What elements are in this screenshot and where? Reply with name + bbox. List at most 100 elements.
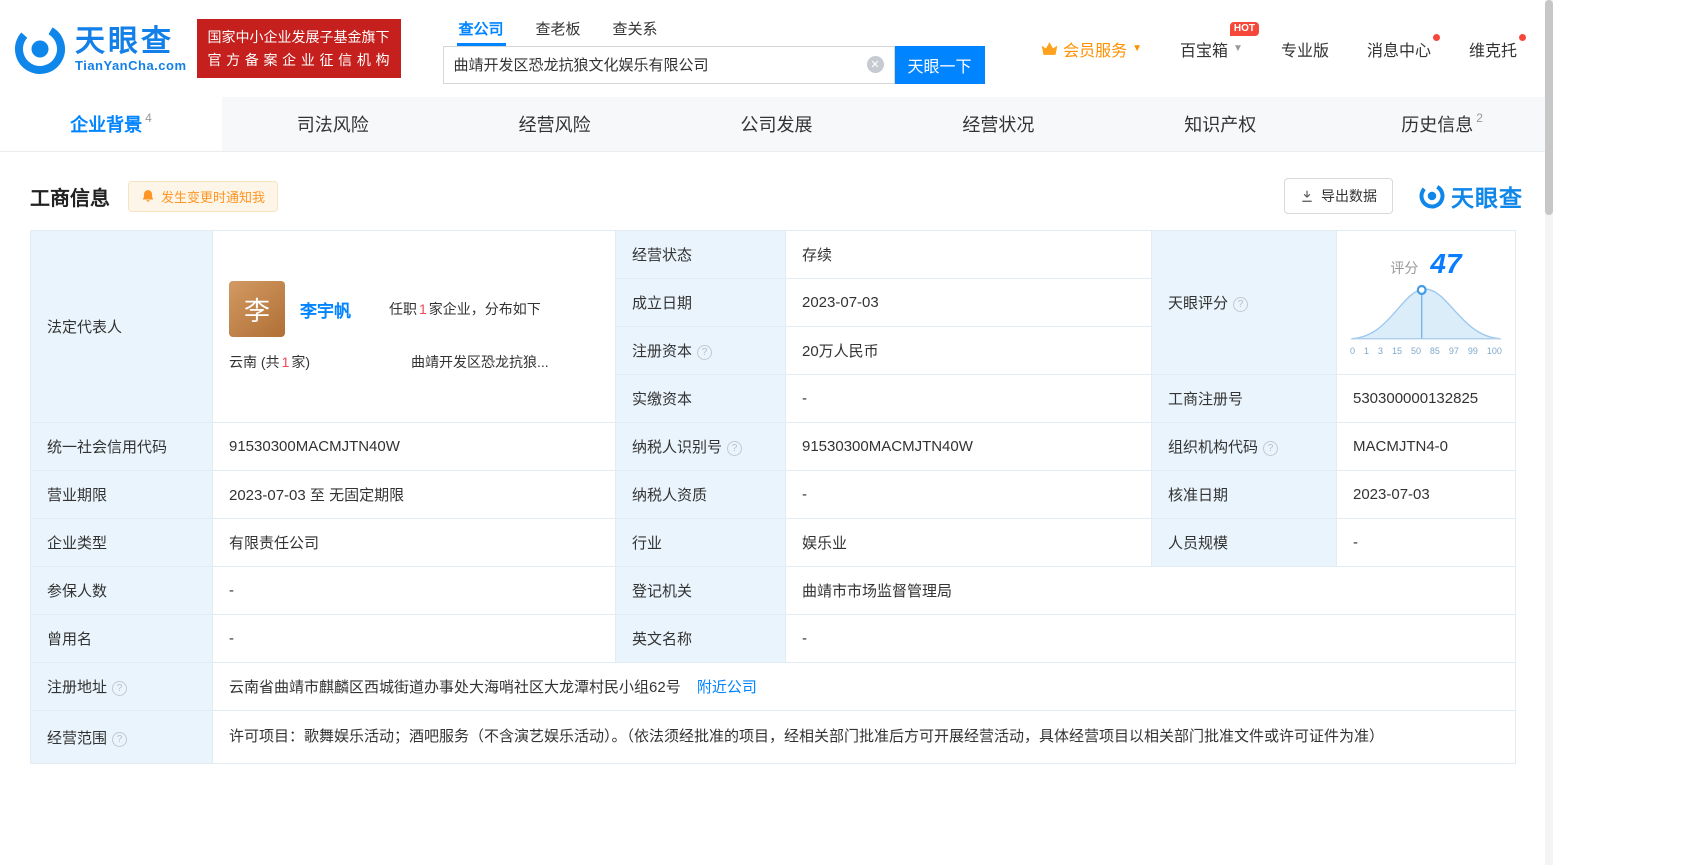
org-code-label-cell: 组织机构代码	[1151, 422, 1337, 471]
score-chart-cell: 评分 47 0 1 3 15 50 85 97 99 100	[1336, 230, 1516, 375]
hot-badge: HOT	[1229, 21, 1259, 36]
english-name-value-cell: -	[785, 614, 1516, 663]
search-input[interactable]	[453, 56, 867, 73]
company-type-label-cell: 企业类型	[30, 518, 213, 567]
nav-tab-label: 公司发展	[740, 115, 813, 135]
field-label: 注册地址	[47, 679, 108, 696]
reg-capital-value-cell: 20万人民币	[785, 326, 1152, 375]
tianyancha-watermark: 天眼查	[1419, 179, 1523, 213]
credit-code-label-cell: 统一社会信用代码	[30, 422, 213, 471]
certification-line-1: 国家中小企业发展子基金旗下	[207, 29, 390, 46]
field-label: 实缴资本	[632, 391, 693, 408]
help-icon[interactable]	[1263, 441, 1279, 456]
scope-label-cell: 经营范围	[30, 709, 213, 765]
field-label: 统一社会信用代码	[47, 439, 168, 456]
registry-label-cell: 登记机关	[615, 566, 786, 615]
term-label-cell: 营业期限	[30, 470, 213, 519]
menu-vip-services[interactable]: 会员服务	[1041, 37, 1142, 61]
legal-rep-roles: 任职 1 家企业，分布如下	[389, 301, 541, 317]
field-label: 注册资本	[632, 343, 693, 360]
search-type-tabs: 查公司 查老板 查关系	[443, 14, 985, 46]
scope-text: 许可项目：歌舞娱乐活动；酒吧服务（不含演艺娱乐活动）。（依法须经批准的项目，经相…	[229, 728, 1385, 745]
nav-tab-operating-status[interactable]: 经营状况	[887, 97, 1109, 151]
field-label: 行业	[632, 535, 663, 552]
nav-tab-count: 4	[145, 111, 152, 125]
paid-capital-label-cell: 实缴资本	[615, 374, 786, 423]
approval-date-label-cell: 核准日期	[1151, 470, 1337, 519]
english-name-label-cell: 英文名称	[615, 614, 786, 663]
export-data-label: 导出数据	[1321, 188, 1377, 204]
menu-vip-label: 会员服务	[1063, 42, 1128, 60]
status-value-cell: 存续	[785, 230, 1152, 279]
scope-value-cell: 许可项目：歌舞娱乐活动；酒吧服务（不含演艺娱乐活动）。（依法须经批准的项目，经相…	[212, 709, 1516, 765]
nav-tab-history[interactable]: 历史信息 2	[1331, 97, 1553, 151]
search-tab-relation[interactable]: 查关系	[597, 14, 674, 46]
field-label: 经营状态	[632, 247, 693, 264]
field-label: 英文名称	[632, 631, 693, 648]
menu-toolbox[interactable]: HOT 百宝箱	[1180, 21, 1259, 61]
company-type-value-cell: 有限责任公司	[212, 518, 616, 567]
vertical-scrollbar	[1545, 0, 1553, 865]
watermark-label: 天眼查	[1451, 185, 1523, 211]
insured-label-cell: 参保人数	[30, 566, 213, 615]
table-row: 统一社会信用代码 91530300MACMJTN40W 纳税人识别号 91530…	[30, 422, 1516, 471]
tianyancha-logo[interactable]: 天眼查 TianYanCha.com	[14, 23, 187, 75]
legal-rep-region: 云南 (共 1 家)	[229, 354, 311, 370]
score-label-cell: 天眼评分	[1151, 230, 1337, 375]
company-nav-tabs: 企业背景 4 司法风险 经营风险 公司发展 经营状况 知识产权 历史信息 2	[0, 97, 1553, 152]
menu-user-account[interactable]: 维克托	[1469, 33, 1526, 61]
chevron-down-icon	[1233, 43, 1243, 54]
notification-dot	[1432, 33, 1440, 41]
field-label: 成立日期	[632, 295, 693, 312]
legal-rep-company-link[interactable]: 曲靖开发区恐龙抗狼...	[411, 352, 549, 372]
export-data-button[interactable]: 导出数据	[1284, 178, 1393, 214]
help-icon[interactable]	[1233, 297, 1249, 312]
est-date-value-cell: 2023-07-03	[785, 278, 1152, 327]
taxpayer-id-value-cell: 91530300MACMJTN40W	[785, 422, 1152, 471]
menu-message-center[interactable]: 消息中心	[1366, 33, 1440, 61]
notify-on-change-button[interactable]: 发生变更时通知我	[128, 180, 279, 212]
score-axis-ticks: 0 1 3 15 50 85 97 99 100	[1350, 345, 1502, 356]
nav-tab-judicial-risk[interactable]: 司法风险	[222, 97, 444, 151]
search-tab-company[interactable]: 查公司	[443, 14, 520, 46]
notification-dot	[1519, 33, 1526, 41]
help-icon[interactable]	[112, 681, 128, 696]
menu-pro-version[interactable]: 专业版	[1281, 37, 1329, 61]
table-row: 经营范围 许可项目：歌舞娱乐活动；酒吧服务（不含演艺娱乐活动）。（依法须经批准的…	[30, 709, 1516, 765]
clear-search-icon[interactable]	[866, 56, 884, 73]
address-text: 云南省曲靖市麒麟区西城街道办事处大海哨社区大龙潭村民小组62号	[229, 679, 681, 696]
nav-tab-intellectual-property[interactable]: 知识产权	[1109, 97, 1331, 151]
nearby-companies-link[interactable]: 附近公司	[697, 679, 757, 696]
legal-rep-name-link[interactable]: 李宇帆	[300, 297, 351, 322]
business-info-table: 法定代表人 李 李宇帆 任职 1 家企业，分布如下 云南 (共 1 家) 曲靖开发区恐龙…	[30, 230, 1516, 765]
crown-icon	[1041, 42, 1058, 55]
menu-messages-label: 消息中心	[1366, 42, 1431, 60]
search-tab-boss[interactable]: 查老板	[520, 14, 597, 46]
scrollbar-thumb[interactable]	[1545, 0, 1553, 215]
search-button[interactable]: 天眼一下	[894, 45, 985, 84]
site-header: 天眼查 TianYanCha.com 国家中小企业发展子基金旗下 官方备案企业征…	[0, 0, 1553, 97]
credit-code-value-cell: 91530300MACMJTN40W	[212, 422, 616, 471]
help-icon[interactable]	[112, 731, 128, 747]
role-count: 1	[419, 301, 427, 317]
certification-line-2: 官方备案企业征信机构	[207, 51, 390, 68]
industry-label-cell: 行业	[615, 518, 786, 567]
nav-tab-label: 司法风险	[296, 115, 369, 135]
nav-tab-company-development[interactable]: 公司发展	[666, 97, 888, 151]
legal-rep-avatar[interactable]: 李	[229, 281, 285, 337]
nav-tab-count: 2	[1476, 111, 1483, 125]
score-caption: 评分	[1390, 259, 1419, 276]
former-name-label-cell: 曾用名	[30, 614, 213, 663]
search-area: 查公司 查老板 查关系 天眼一下	[442, 14, 985, 84]
help-icon[interactable]	[727, 441, 743, 456]
nav-tab-operating-risk[interactable]: 经营风险	[444, 97, 666, 151]
tianyancha-logo-icon	[15, 23, 65, 74]
nav-tab-company-background[interactable]: 企业背景 4	[0, 97, 222, 151]
field-label: 登记机关	[632, 583, 693, 600]
help-icon[interactable]	[697, 345, 713, 360]
table-row: 参保人数 - 登记机关 曲靖市市场监督管理局	[30, 566, 1516, 615]
field-label: 企业类型	[47, 535, 108, 552]
chevron-down-icon	[1132, 43, 1142, 54]
notify-on-change-label: 发生变更时通知我	[161, 189, 266, 205]
paid-capital-value-cell: -	[785, 374, 1152, 423]
